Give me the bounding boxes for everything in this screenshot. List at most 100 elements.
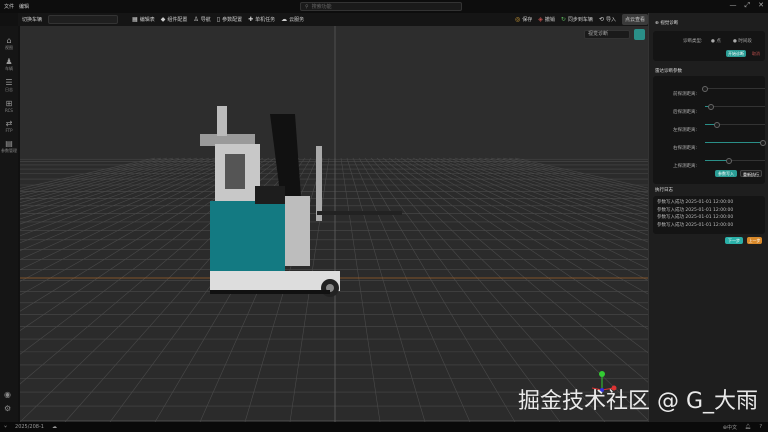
sidebar-item-vehicle[interactable]: ♟ 车辆 bbox=[5, 57, 13, 72]
cloud-icon[interactable]: ☁ bbox=[52, 424, 57, 430]
minimize-button[interactable]: — bbox=[730, 1, 737, 10]
component-icon: ◆ bbox=[160, 16, 166, 23]
branch-icon: ⑂ bbox=[4, 424, 8, 430]
toolbar-label: 云服务 bbox=[289, 17, 305, 23]
slider-label: 左探测距离: bbox=[673, 128, 698, 133]
user-icon[interactable]: ◉ bbox=[4, 390, 11, 399]
version-select[interactable]: 2025/208-1 bbox=[15, 424, 44, 430]
toolbar-right-button-1[interactable]: ◈ 撤销 bbox=[538, 16, 555, 23]
radar-params-box: 参数写入 重新执行 前探测距离: 后探测距离: 左探测距离: 右探测距离: 上探… bbox=[653, 76, 767, 184]
rcs-icon: ⊞ bbox=[5, 99, 13, 108]
3d-scene bbox=[20, 26, 648, 422]
toolbar-cloud-button[interactable]: ☁ 云服务 bbox=[281, 16, 304, 23]
cancel-button[interactable]: 取消 bbox=[751, 50, 761, 57]
write-params-button[interactable]: 参数写入 bbox=[715, 170, 737, 177]
sidebar: ⌂ 视图 ♟ 车辆 ☰ 日志 ⊞ RCS ⇄ FTP ▤ 参数管理 bbox=[0, 26, 18, 422]
undo-icon: ◈ bbox=[538, 16, 543, 23]
bell-icon[interactable]: 🔔︎ bbox=[745, 424, 751, 430]
vehicle-icon: ♟ bbox=[5, 57, 13, 66]
toolbar-right-button-2[interactable]: ↻ 同步到车辆 bbox=[561, 16, 593, 23]
navigation-icon: ♙ bbox=[193, 16, 199, 23]
toolbar: 切换车辆 ▦ 编辑表 ◆ 组件配置 ♙ 导航 ▯ 参数配置 ✚ 单机任务 ☁ 云服务 ◎ 保存 ◈ 撤销 ↻ 同… bbox=[18, 13, 648, 26]
sidebar-item-ftp[interactable]: ⇄ FTP bbox=[5, 119, 12, 133]
distance-slider[interactable] bbox=[705, 139, 767, 146]
distance-slider[interactable] bbox=[702, 85, 765, 92]
slider-fill bbox=[705, 142, 764, 143]
toolbar-navigation-button[interactable]: ♙ 导航 bbox=[193, 16, 210, 23]
log-box: 参数写入成功 2025-01-01 12:00:00 参数写入成功 2025-01… bbox=[653, 196, 765, 234]
slider-label: 右探测距离: bbox=[673, 146, 698, 151]
toolbar-right-button-3[interactable]: ⟲ 导入 bbox=[599, 16, 616, 23]
maximize-button[interactable]: ⤢ bbox=[745, 1, 751, 10]
toolbar-right-button-0[interactable]: ◎ 保存 bbox=[515, 16, 532, 23]
diag-type-label: 诊断类型: bbox=[683, 39, 703, 44]
vehicle-label: 切换车辆 bbox=[22, 17, 43, 23]
view-mode-dropdown[interactable]: 视觉诊断 bbox=[584, 30, 630, 39]
log-title: 执行日志 bbox=[655, 188, 673, 193]
sync-icon: ↻ bbox=[560, 16, 566, 23]
log-icon: ☰ bbox=[5, 78, 13, 87]
slider-handle[interactable] bbox=[702, 85, 708, 92]
ftp-icon: ⇄ bbox=[5, 119, 13, 128]
sidebar-label: 车辆 bbox=[5, 66, 13, 71]
diag-type-box: 诊断类型: ● 点 ● 时间段 开始诊断 取消 bbox=[653, 31, 765, 61]
toolbar-component-button[interactable]: ◆ 组件配置 bbox=[161, 16, 188, 23]
start-diagnosis-button[interactable]: 开始诊断 bbox=[726, 50, 746, 57]
window-controls: — ⤢ ✕ bbox=[730, 1, 764, 10]
save-icon: ◎ bbox=[514, 16, 521, 23]
prev-button[interactable]: 上一步 bbox=[747, 237, 762, 244]
sidebar-item-log[interactable]: ☰ 日志 bbox=[5, 78, 13, 93]
watermark: 掘金技术社区 @ G_大雨 bbox=[517, 389, 758, 414]
close-button[interactable]: ✕ bbox=[758, 1, 764, 10]
toolbar-table-button[interactable]: ▦ 编辑表 bbox=[132, 16, 155, 23]
next-button[interactable]: 下一步 bbox=[725, 237, 743, 244]
settings-icon[interactable]: ⚙ bbox=[4, 404, 11, 413]
sidebar-label: 日志 bbox=[5, 87, 13, 92]
slider-label: 后探测距离: bbox=[673, 110, 698, 115]
status-bar: ⑂ 2025/208-1 ☁ ⊕中文 🔔︎ ? bbox=[0, 422, 768, 432]
distance-slider[interactable] bbox=[705, 157, 765, 164]
panel-title: ⊕ 视觉诊断 bbox=[655, 21, 679, 26]
toolbar-label: 单机任务 bbox=[255, 17, 276, 23]
log-entry: 参数写入成功 2025-01-01 12:00:00 bbox=[657, 207, 734, 213]
task-icon: ✚ bbox=[248, 16, 254, 23]
help-icon[interactable]: ? bbox=[759, 424, 762, 430]
right-panel: ⊕ 视觉诊断 诊断类型: ● 点 ● 时间段 开始诊断 取消 雷达诊断参数 参数… bbox=[648, 13, 768, 422]
search-input[interactable]: ⚲ 搜索功能 bbox=[300, 2, 462, 11]
log-entry: 参数写入成功 2025-01-01 12:00:00 bbox=[657, 200, 734, 205]
toolbar-task-button[interactable]: ✚ 单机任务 bbox=[248, 16, 275, 23]
menu-edit[interactable]: 编辑 bbox=[19, 3, 29, 10]
toolbar-label: 撤销 bbox=[544, 17, 555, 23]
3d-viewport[interactable]: 视觉诊断 bbox=[20, 26, 648, 422]
table-icon: ▦ bbox=[132, 16, 138, 23]
sidebar-item-params[interactable]: ▤ 参数管理 bbox=[1, 139, 17, 154]
toolbar-param-button[interactable]: ▯ 参数配置 bbox=[217, 16, 242, 23]
language-select[interactable]: ⊕中文 bbox=[723, 424, 737, 431]
vehicle-select[interactable] bbox=[48, 15, 119, 24]
slider-handle[interactable] bbox=[714, 121, 720, 128]
slider-handle[interactable] bbox=[726, 157, 732, 164]
slider-handle[interactable] bbox=[760, 139, 767, 146]
distance-slider[interactable] bbox=[705, 121, 765, 128]
param-icon: ▯ bbox=[216, 16, 221, 23]
radio-time-range[interactable]: ● 时间段 bbox=[733, 38, 752, 44]
search-icon: ⚲ bbox=[305, 3, 309, 10]
slider-label: 上探测距离: bbox=[673, 164, 698, 169]
menu-file[interactable]: 文件 bbox=[4, 3, 14, 10]
import-icon: ⟲ bbox=[598, 16, 604, 23]
grid-view-button[interactable] bbox=[634, 29, 645, 40]
slider-label: 前探测距离: bbox=[673, 92, 698, 97]
sidebar-item-rcs[interactable]: ⊞ RCS bbox=[5, 99, 13, 113]
cloud-icon: ☁ bbox=[281, 16, 288, 23]
toolbar-label: 导入 bbox=[605, 17, 616, 23]
distance-slider[interactable] bbox=[705, 103, 765, 110]
rerun-button[interactable]: 重新执行 bbox=[740, 170, 762, 177]
params-icon: ▤ bbox=[5, 139, 13, 148]
toolbar-right-button-4[interactable]: 点云查看 bbox=[621, 14, 648, 25]
toolbar-label: 保存 bbox=[522, 17, 533, 23]
toolbar-label: 同步到车辆 bbox=[567, 17, 593, 23]
slider-handle[interactable] bbox=[708, 103, 714, 110]
radio-point[interactable]: ● 点 bbox=[711, 38, 721, 44]
sidebar-item-view[interactable]: ⌂ 视图 bbox=[5, 36, 13, 51]
view-icon: ⌂ bbox=[6, 36, 12, 45]
